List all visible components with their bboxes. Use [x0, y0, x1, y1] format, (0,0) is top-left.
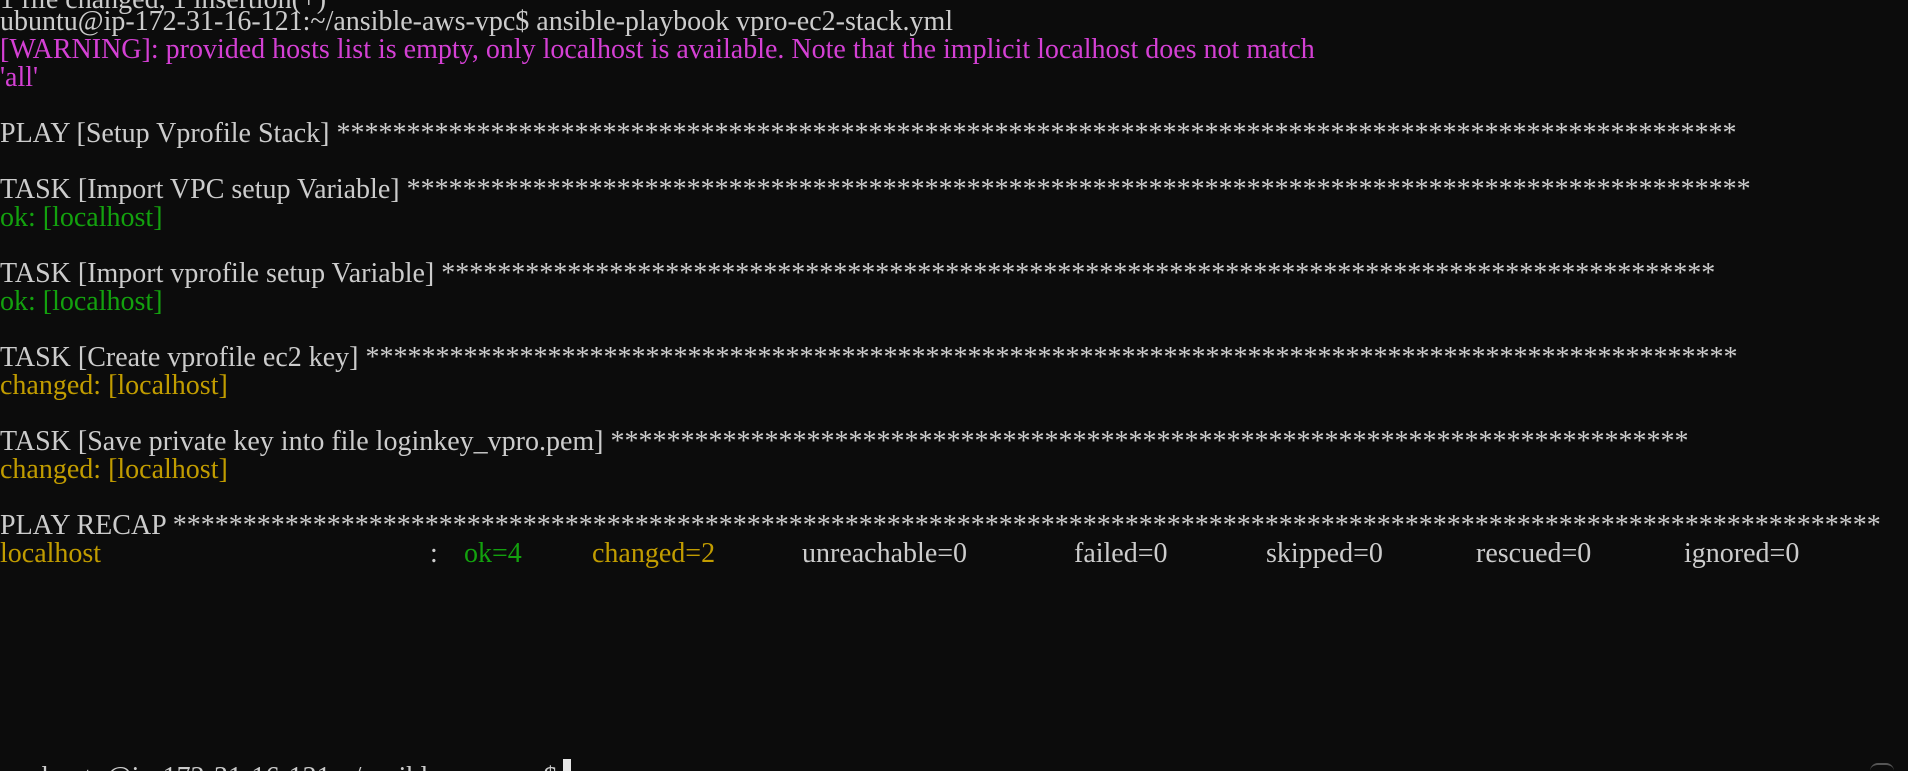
recap-skipped: skipped=0: [1266, 538, 1383, 569]
recap-changed: changed=2: [592, 538, 716, 569]
task-status-ok: ok: [localhost]: [0, 202, 163, 233]
recap-failed: failed=0: [1074, 538, 1168, 569]
task-status-ok: ok: [localhost]: [0, 286, 163, 317]
task-status-changed: changed: [localhost]: [0, 370, 228, 401]
warning-line-continued: 'all': [0, 62, 39, 93]
recap-unreachable: unreachable=0: [802, 538, 968, 569]
task-header-import-vpc: TASK [Import VPC setup Variable] *******…: [0, 174, 1751, 205]
task-header-import-vprofile: TASK [Import vprofile setup Variable] **…: [0, 258, 1716, 289]
shell-prompt: ubuntu@ip-172-31-16-121:~/ansible-aws-vp…: [28, 762, 557, 771]
recap-rescued: rescued=0: [1476, 538, 1592, 569]
text-cursor: [563, 759, 572, 771]
resize-grip-icon: [1870, 763, 1894, 771]
scrollbar[interactable]: [1900, 0, 1908, 771]
recap-row: localhost : ok=4 changed=2 unreachable=0…: [0, 537, 1908, 571]
task-header-save-key: TASK [Save private key into file loginke…: [0, 426, 1689, 457]
recap-colon: :: [430, 538, 438, 569]
task-header-create-key: TASK [Create vprofile ec2 key] *********…: [0, 342, 1738, 373]
terminal-window[interactable]: 1 file changed, 1 insertion(+) ubuntu@ip…: [0, 0, 1908, 771]
recap-ok: ok=4: [464, 538, 522, 569]
recap-ignored: ignored=0: [1684, 538, 1800, 569]
prompt-line[interactable]: ubuntu@ip-172-31-16-121:~/ansible-aws-vp…: [0, 725, 572, 771]
play-header: PLAY [Setup Vprofile Stack] ************…: [0, 118, 1737, 149]
recap-host: localhost: [0, 538, 102, 569]
task-status-changed: changed: [localhost]: [0, 454, 228, 485]
warning-line: [WARNING]: provided hosts list is empty,…: [0, 34, 1315, 65]
